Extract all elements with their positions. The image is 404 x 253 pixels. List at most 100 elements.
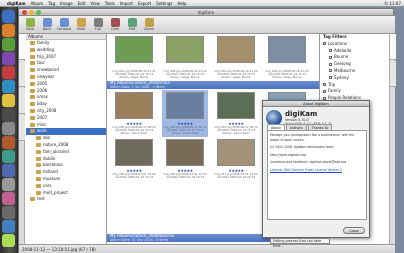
album-tree-item[interactable]: dublin xyxy=(26,156,106,163)
menu-import[interactable]: Import xyxy=(120,1,133,6)
menu-image[interactable]: Image xyxy=(60,1,73,6)
photo-thumbnail[interactable] xyxy=(166,92,204,119)
dock-app-icon[interactable] xyxy=(2,10,15,23)
checkbox[interactable] xyxy=(329,69,332,73)
menu-album[interactable]: Album xyxy=(30,1,43,6)
tab-searches[interactable] xyxy=(19,115,25,141)
forward-button[interactable]: Forward xyxy=(57,17,71,33)
dock-app-icon[interactable] xyxy=(2,136,15,149)
thumbnail-item[interactable]: ★★★★★ img_006.jpg 2008-06-17 09:12 modifi… xyxy=(162,90,208,137)
album-tree-item[interactable]: museum xyxy=(26,176,106,183)
album-tree-item[interactable]: xmas xyxy=(26,94,106,101)
checkbox[interactable] xyxy=(323,42,326,46)
dock-app-icon[interactable] xyxy=(2,234,15,247)
album-tree-item[interactable]: zoo xyxy=(26,135,106,142)
tab-albums[interactable] xyxy=(19,34,25,60)
thumbnail-item[interactable]: ★★★★★ img_010.jpg 2008-07-01 12:02 modifi… xyxy=(162,137,208,184)
dock-app-icon[interactable] xyxy=(2,220,15,233)
thumbnail-item[interactable]: img_003.jpg 2008-06-16 21:22 modified 20… xyxy=(213,34,259,81)
photo-thumbnail[interactable] xyxy=(166,36,204,63)
dock-app-icon[interactable] xyxy=(2,24,15,37)
dock-app-icon[interactable] xyxy=(2,108,15,121)
menu-tag[interactable]: Tag xyxy=(48,1,55,6)
menu-view[interactable]: View xyxy=(90,1,100,6)
dock-app-icon[interactable] xyxy=(2,164,15,177)
close-button[interactable]: Close xyxy=(343,227,365,234)
slideshow-button[interactable]: Slide xyxy=(74,17,88,33)
album-tree-item[interactable]: tour xyxy=(26,60,106,67)
tag-filter-item[interactable]: Sydney xyxy=(320,75,390,82)
tag-filter-item[interactable]: Geelong xyxy=(320,61,390,68)
dock-app-icon[interactable] xyxy=(2,122,15,135)
album-tree-item[interactable]: wedding xyxy=(26,47,106,54)
menu-export[interactable]: Export xyxy=(138,1,151,6)
album-tree-item[interactable]: newyear xyxy=(26,74,106,81)
album-group-header[interactable]: My Albums/nature_2008/india Album Date: 1… xyxy=(107,81,319,89)
dock-app-icon[interactable] xyxy=(2,66,15,79)
album-tree-item[interactable]: trip_2007 xyxy=(26,54,106,61)
menu-digikam[interactable]: digiKam xyxy=(7,1,25,6)
album-tree-item[interactable]: bday xyxy=(26,101,106,108)
album-tree-item[interactable]: cars xyxy=(26,183,106,190)
thumbnail-item[interactable]: ★★★★★ img_007.jpg 2008-06-17 09:14 modifi… xyxy=(213,90,259,137)
album-tree-item[interactable]: 2007 xyxy=(26,115,106,122)
checkbox[interactable] xyxy=(329,55,332,59)
album-tree-item[interactable]: barcelona xyxy=(26,162,106,169)
album-tree-item[interactable]: holland xyxy=(26,169,106,176)
checkbox[interactable] xyxy=(329,62,332,66)
thumbnail-item[interactable]: img_002.jpg 2008-06-16 21:22 modified 20… xyxy=(162,34,208,81)
thumbnail-item[interactable]: ★★★★★ img_011.jpg 2008-07-01 12:04 modifi… xyxy=(213,137,259,184)
album-tree-item[interactable]: fam_ukrainel xyxy=(26,149,106,156)
dock-app-icon[interactable] xyxy=(2,206,15,219)
dock-app-icon[interactable] xyxy=(2,94,15,107)
tab-properties[interactable] xyxy=(390,61,396,87)
tag-filter-item[interactable]: Trip xyxy=(320,82,390,89)
album-tree-item[interactable]: moit_project xyxy=(26,190,106,197)
license-link[interactable]: License: GNU General Public License Vers… xyxy=(270,168,364,173)
photo-thumbnail[interactable] xyxy=(166,139,204,166)
dock-app-icon[interactable] xyxy=(2,38,15,51)
album-tree-item[interactable]: 2005 xyxy=(26,81,106,88)
checkbox[interactable] xyxy=(329,49,332,53)
album-tree-item[interactable]: family xyxy=(26,40,106,47)
checkbox[interactable] xyxy=(323,83,326,87)
edit-button[interactable]: Edit xyxy=(125,17,139,33)
back-button[interactable]: Back xyxy=(40,17,54,33)
tab-tag-filters[interactable] xyxy=(390,34,396,60)
thumbnail-item[interactable]: ★★★★★ img_009.jpg 2008-07-01 12:00 modifi… xyxy=(111,137,157,184)
menu-settings[interactable]: Settings xyxy=(156,1,172,6)
thumbnail-item[interactable]: img_004.jpg 2008-06-16 21:23 modified 20… xyxy=(264,34,310,81)
tab-calendar[interactable] xyxy=(19,61,25,87)
checkbox[interactable] xyxy=(329,76,332,80)
photo-thumbnail[interactable] xyxy=(217,36,255,63)
photo-thumbnail[interactable] xyxy=(115,139,153,166)
album-tree-item[interactable]: snowboard xyxy=(26,67,106,74)
new-album-button[interactable]: New xyxy=(23,17,37,33)
photo-thumbnail[interactable] xyxy=(217,139,255,166)
checkbox[interactable] xyxy=(323,89,326,93)
album-tree-item[interactable]: nature_2008 xyxy=(26,142,106,149)
tab-tags[interactable] xyxy=(19,88,25,114)
zoom-button[interactable]: Zoom xyxy=(142,17,156,33)
thumbnail-item[interactable]: ★★★★★ img_005.jpg 2008-06-17 09:10 modifi… xyxy=(111,90,157,137)
menu-edit[interactable]: Edit xyxy=(78,1,86,6)
tag-filter-item[interactable]: Locations xyxy=(320,41,390,48)
dock-app-icon[interactable] xyxy=(2,150,15,163)
photo-thumbnail[interactable] xyxy=(115,36,153,63)
dock-app-icon[interactable] xyxy=(2,52,15,65)
dock-app-icon[interactable] xyxy=(2,192,15,205)
album-tree-item[interactable]: misc xyxy=(26,122,106,129)
menu-help[interactable]: Help xyxy=(177,1,186,6)
dock-app-icon[interactable] xyxy=(2,178,15,191)
dock-app-icon[interactable] xyxy=(2,80,15,93)
tag-filter-item[interactable]: Family xyxy=(320,88,390,95)
album-tree-item[interactable]: work xyxy=(26,128,106,136)
photo-thumbnail[interactable] xyxy=(268,36,306,63)
tag-filter-item[interactable]: Bourne xyxy=(320,54,390,61)
photo-thumbnail[interactable] xyxy=(217,92,255,119)
photo-thumbnail[interactable] xyxy=(115,92,153,119)
album-tree-item[interactable]: city_2008 xyxy=(26,108,106,115)
thumbnail-item[interactable]: img_001.jpg 2008-06-16 21:21 modified 20… xyxy=(111,34,157,81)
album-tree-item[interactable]: 2006 xyxy=(26,88,106,95)
tag-filter-item[interactable]: Melbourne xyxy=(320,68,390,75)
